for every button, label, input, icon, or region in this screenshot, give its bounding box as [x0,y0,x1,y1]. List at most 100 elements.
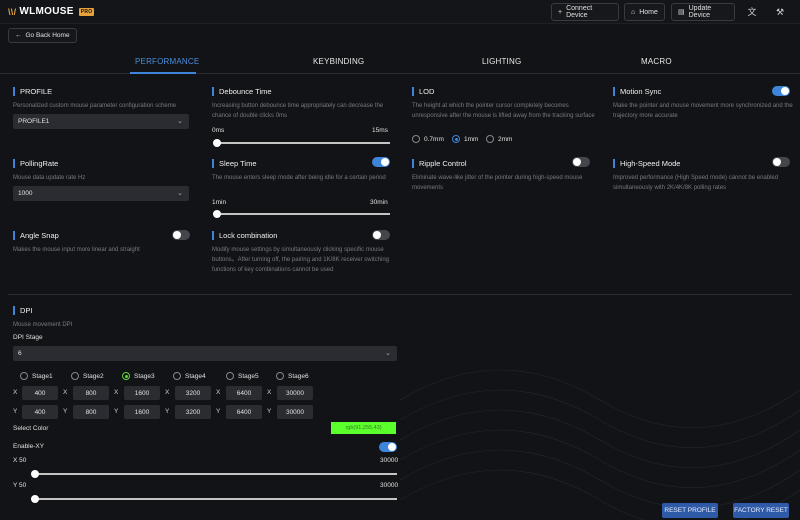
stage4-x-input[interactable]: 3200 [175,386,211,400]
stage1-radio[interactable] [20,372,28,380]
tools-icon[interactable]: ⚒ [773,5,787,19]
tab-performance[interactable]: PERFORMANCE [135,57,199,66]
tab-lighting[interactable]: LIGHTING [482,57,521,66]
x-axis-label: X [267,389,272,396]
stage3-radio[interactable] [122,372,130,380]
x-axis-label: X [63,389,68,396]
polling-rate-section: PollingRate Mouse data update rate Hz [13,158,198,183]
high-speed-toggle[interactable] [772,157,790,167]
stage4-radio[interactable] [173,372,181,380]
lod-option-1mm[interactable] [452,135,460,143]
stage2-x-input[interactable]: 800 [73,386,109,400]
ripple-control-title: Ripple Control [419,158,467,168]
debounce-min-label: 0ms [212,127,225,134]
angle-snap-toggle[interactable] [172,230,190,240]
dpi-title: DPI [20,305,33,315]
stage2-y-input[interactable]: 800 [73,405,109,419]
y-slider-label: Y 50 [13,482,27,489]
debounce-title: Debounce Time [219,86,272,96]
stage6-x-input[interactable]: 30000 [277,386,313,400]
stage6-radio[interactable] [276,372,284,380]
debounce-slider-thumb[interactable] [213,139,221,147]
x-dpi-slider[interactable] [33,473,397,475]
profile-section: PROFILE Personalized custom mouse parame… [13,86,198,111]
stage5-y-input[interactable]: 6400 [226,405,262,419]
stage5-x-input[interactable]: 6400 [226,386,262,400]
color-swatch[interactable]: rgb(91,255,43) [331,422,396,434]
polling-rate-desc: Mouse data update rate Hz [13,175,86,181]
sleep-time-slider[interactable] [215,213,390,215]
chevron-down-icon: ⌄ [177,118,183,125]
chevron-down-icon: ⌄ [385,350,391,357]
factory-reset-button[interactable]: FACTORY RESET [733,503,789,518]
profile-desc: Personalized custom mouse parameter conf… [13,103,177,109]
stage4-y-input[interactable]: 3200 [175,405,211,419]
lod-option-label: 1mm [464,136,479,143]
enable-xy-toggle[interactable] [379,442,397,452]
stage6-y-input[interactable]: 30000 [277,405,313,419]
x-slider-label: X 50 [13,457,27,464]
profile-select[interactable]: PROFILE1 ⌄ [13,114,189,129]
sleep-time-title: Sleep Time [219,158,257,168]
top-bar: \\/ WLMOUSE PRO + Connect Device ⌂ Home … [0,0,800,24]
stage-label: Stage2 [83,373,104,380]
stage3-y-input[interactable]: 1600 [124,405,160,419]
y-axis-label: Y [216,408,221,415]
y-dpi-slider[interactable] [33,498,397,500]
lod-option-2mm[interactable] [486,135,494,143]
stage-label: Stage1 [32,373,53,380]
home-icon: ⌂ [631,8,636,16]
ripple-control-toggle[interactable] [572,157,590,167]
select-color-label: Select Color [13,425,49,432]
sleep-time-section: Sleep Time The mouse enters sleep mode a… [212,158,392,183]
stage-label: Stage5 [238,373,259,380]
x-slider-max-label: 30000 [380,457,399,464]
stage1-y-input[interactable]: 400 [22,405,58,419]
stage3-x-input[interactable]: 1600 [124,386,160,400]
x-dpi-slider-thumb[interactable] [31,470,39,478]
connect-device-button[interactable]: + Connect Device [551,3,619,21]
go-back-home-label: Go Back Home [25,32,70,39]
plus-icon: + [558,8,563,16]
motion-sync-toggle[interactable] [772,86,790,96]
update-device-button[interactable]: ▤ Update Device [671,3,735,21]
angle-snap-title: Angle Snap [20,230,59,240]
enable-xy-label: Enable-XY [13,443,45,450]
sleep-min-label: 1min [212,199,227,206]
go-back-home-button[interactable]: ← Go Back Home [8,28,77,43]
y-slider-max-label: 30000 [380,482,399,489]
reset-profile-button[interactable]: RESET PROFILE [662,503,718,518]
profile-select-value: PROFILE1 [18,118,50,125]
dpi-section: DPI Mouse movement DPI [13,305,213,330]
stage2-radio[interactable] [71,372,79,380]
lock-combination-desc: Modify mouse settings by simultaneously … [212,247,389,273]
home-button[interactable]: ⌂ Home [624,3,665,21]
stage-label: Stage3 [134,373,155,380]
high-speed-section: High-Speed Mode Improved performance (Hi… [613,158,788,193]
connect-device-label: Connect Device [566,5,593,19]
y-axis-label: Y [63,408,68,415]
sleep-time-toggle[interactable] [372,157,390,167]
debounce-slider[interactable] [215,142,390,144]
sleep-max-label: 30min [370,199,388,206]
debounce-section: Debounce Time Increasing button debounce… [212,86,392,121]
tab-macro[interactable]: MACRO [641,57,672,66]
stage1-x-input[interactable]: 400 [22,386,58,400]
dpi-stage-select[interactable]: 6 ⌄ [13,346,397,361]
translate-icon[interactable]: 文 [745,5,759,19]
lod-option-0-7mm[interactable] [412,135,420,143]
active-tab-indicator [130,72,196,74]
debounce-max-label: 15ms [372,127,388,134]
logo-text: WLMOUSE [19,6,74,17]
stage5-radio[interactable] [226,372,234,380]
stage-label: Stage6 [288,373,309,380]
y-dpi-slider-thumb[interactable] [31,495,39,503]
angle-snap-desc: Makes the mouse input more linear and st… [13,247,140,253]
lock-combination-toggle[interactable] [372,230,390,240]
color-value: rgb(91,255,43) [345,425,382,431]
y-axis-label: Y [165,408,170,415]
polling-rate-select[interactable]: 1000 ⌄ [13,186,189,201]
sleep-time-slider-thumb[interactable] [213,210,221,218]
tab-keybinding[interactable]: KEYBINDING [313,57,364,66]
lod-desc: The height at which the pointer cursor c… [412,103,595,119]
